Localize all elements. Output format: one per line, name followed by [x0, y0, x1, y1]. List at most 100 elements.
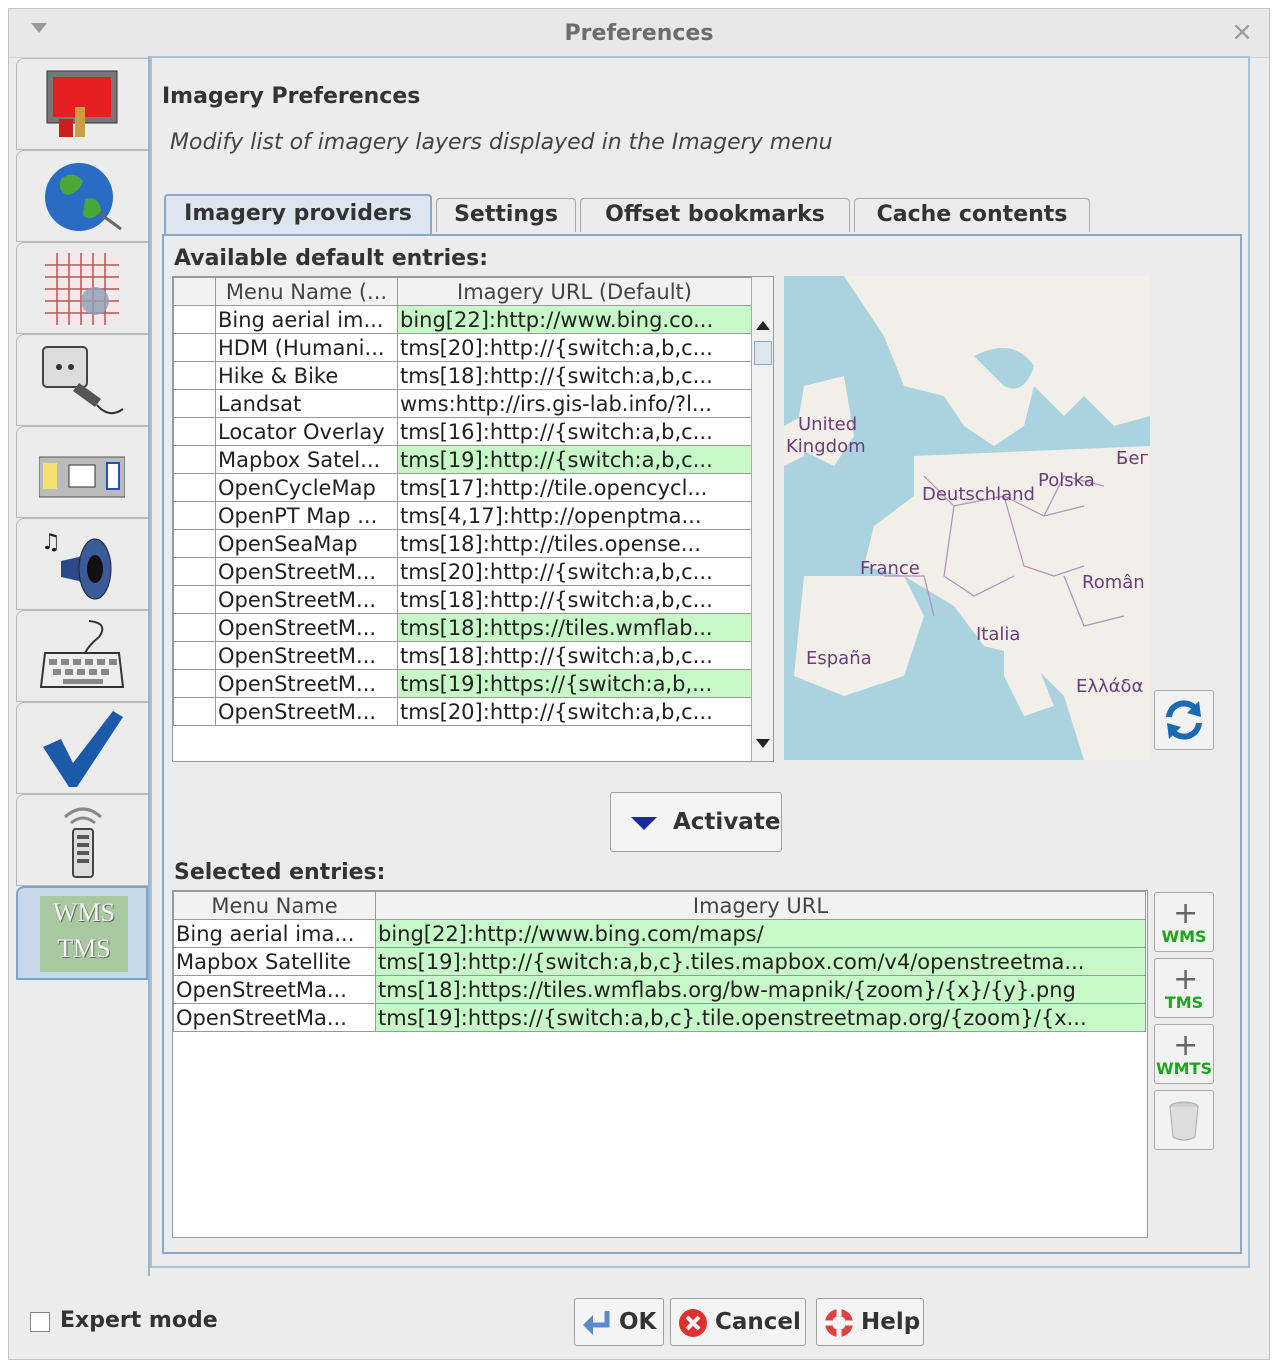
menu-name-cell[interactable]: OpenStreetMa...	[173, 975, 376, 1004]
menu-name-cell[interactable]: Mapbox Satel...	[215, 445, 398, 474]
scroll-up-icon[interactable]	[756, 321, 770, 330]
imagery-url-cell[interactable]: tms[20]:http://{switch:a,b,c...	[397, 333, 752, 362]
available-scrollbar[interactable]	[751, 277, 773, 761]
menu-name-cell[interactable]: OpenStreetM...	[215, 669, 398, 698]
menu-name-cell[interactable]: Locator Overlay	[215, 417, 398, 446]
imagery-url-cell[interactable]: tms[17]:http://tile.opencycl...	[397, 473, 752, 502]
tab-cache-contents[interactable]: Cache contents	[854, 198, 1090, 232]
add-wms-button[interactable]: + WMS	[1154, 892, 1214, 952]
table-row[interactable]: OpenStreetMa... tms[18]:https://tiles.wmf…	[173, 975, 1146, 1004]
imagery-url-cell[interactable]: tms[18]:https://tiles.wmflab...	[397, 613, 752, 642]
sidebar-tab-projection[interactable]	[16, 242, 148, 334]
imagery-url-cell[interactable]: tms[18]:http://{switch:a,b,c...	[397, 641, 752, 670]
help-button[interactable]: Help	[816, 1298, 924, 1346]
sidebar-tab-remote[interactable]	[16, 794, 148, 886]
imagery-url-cell[interactable]: tms[19]:http://{switch:a,b,c...	[397, 445, 752, 474]
table-row[interactable]: OpenStreetM... tms[19]:https://{switch:a,…	[173, 669, 752, 698]
selected-entries-table[interactable]: Menu Name Imagery URL Bing aerial ima...…	[172, 890, 1148, 1238]
tab-imagery-providers[interactable]: Imagery providers	[164, 194, 432, 234]
column-header-select[interactable]	[173, 277, 216, 306]
sidebar-tab-map[interactable]	[16, 150, 148, 242]
table-row[interactable]: OpenStreetM... tms[20]:http://{switch:a,b…	[173, 557, 752, 586]
row-selector-cell[interactable]	[173, 473, 216, 502]
ok-button[interactable]: OK	[574, 1298, 664, 1346]
menu-name-cell[interactable]: OpenPT Map ...	[215, 501, 398, 530]
imagery-url-cell[interactable]: tms[18]:http://tiles.opense...	[397, 529, 752, 558]
sidebar-tab-validator[interactable]	[16, 702, 148, 794]
table-row[interactable]: Mapbox Satellite tms[19]:http://{switch:a…	[173, 947, 1146, 976]
menu-name-cell[interactable]: Landsat	[215, 389, 398, 418]
table-row[interactable]: Hike & Bike tms[18]:http://{switch:a,b,c.…	[173, 361, 752, 390]
table-row[interactable]: OpenStreetM... tms[18]:http://{switch:a,b…	[173, 585, 752, 614]
delete-entry-button[interactable]	[1154, 1090, 1214, 1150]
add-wmts-button[interactable]: + WMTS	[1154, 1024, 1214, 1084]
row-selector-cell[interactable]	[173, 529, 216, 558]
menu-name-cell[interactable]: OpenStreetMa...	[173, 1003, 376, 1032]
table-row[interactable]: Locator Overlay tms[16]:http://{switch:a,…	[173, 417, 752, 446]
menu-name-cell[interactable]: OpenCycleMap	[215, 473, 398, 502]
sidebar-tab-imagery[interactable]: WMS TMS	[16, 886, 148, 980]
sidebar-tab-shortcuts[interactable]	[16, 610, 148, 702]
menu-name-cell[interactable]: OpenStreetM...	[215, 641, 398, 670]
imagery-url-cell[interactable]: tms[18]:http://{switch:a,b,c...	[397, 585, 752, 614]
table-row[interactable]: OpenCycleMap tms[17]:http://tile.opencycl…	[173, 473, 752, 502]
column-header-menu-name[interactable]: Menu Name (...	[215, 277, 398, 306]
imagery-url-cell[interactable]: tms[18]:http://{switch:a,b,c...	[397, 361, 752, 390]
table-row[interactable]: OpenStreetMa... tms[19]:https://{switch:a…	[173, 1003, 1146, 1032]
imagery-url-cell[interactable]: tms[18]:https://tiles.wmflabs.org/bw-map…	[375, 975, 1146, 1004]
imagery-url-cell[interactable]: tms[19]:https://{switch:a,b,...	[397, 669, 752, 698]
table-row[interactable]: Bing aerial ima... bing[22]:http://www.bi…	[173, 919, 1146, 948]
sidebar-tab-display[interactable]	[16, 58, 148, 150]
row-selector-cell[interactable]	[173, 361, 216, 390]
menu-name-cell[interactable]: Bing aerial im...	[215, 305, 398, 334]
scroll-thumb[interactable]	[754, 341, 772, 365]
menu-name-cell[interactable]: OpenStreetM...	[215, 613, 398, 642]
row-selector-cell[interactable]	[173, 333, 216, 362]
table-row[interactable]: Landsat wms:http://irs.gis-lab.info/?l...	[173, 389, 752, 418]
menu-name-cell[interactable]: Bing aerial ima...	[173, 919, 376, 948]
row-selector-cell[interactable]	[173, 557, 216, 586]
expert-mode-checkbox[interactable]	[30, 1312, 50, 1332]
imagery-url-cell[interactable]: bing[22]:http://www.bing.co...	[397, 305, 752, 334]
table-row[interactable]: OpenStreetM... tms[18]:http://{switch:a,b…	[173, 641, 752, 670]
imagery-url-cell[interactable]: tms[4,17]:http://openptma...	[397, 501, 752, 530]
imagery-url-cell[interactable]: bing[22]:http://www.bing.com/maps/	[375, 919, 1146, 948]
table-row[interactable]: OpenStreetM... tms[18]:https://tiles.wmfl…	[173, 613, 752, 642]
add-tms-button[interactable]: + TMS	[1154, 958, 1214, 1018]
coverage-map[interactable]: United Kingdom Deutschland Polska Бег Fr…	[784, 276, 1150, 760]
row-selector-cell[interactable]	[173, 389, 216, 418]
menu-name-cell[interactable]: OpenSeaMap	[215, 529, 398, 558]
sidebar-tab-toolbar[interactable]	[16, 426, 148, 518]
row-selector-cell[interactable]	[173, 641, 216, 670]
row-selector-cell[interactable]	[173, 613, 216, 642]
row-selector-cell[interactable]	[173, 585, 216, 614]
imagery-url-cell[interactable]: tms[19]:https://{switch:a,b,c}.tile.open…	[375, 1003, 1146, 1032]
table-row[interactable]: Bing aerial im... bing[22]:http://www.bin…	[173, 305, 752, 334]
available-entries-table[interactable]: Menu Name (... Imagery URL (Default) Bin…	[172, 276, 774, 762]
column-header-imagery-url[interactable]: Imagery URL (Default)	[397, 277, 752, 306]
row-selector-cell[interactable]	[173, 417, 216, 446]
cancel-button[interactable]: Cancel	[670, 1298, 806, 1346]
imagery-url-cell[interactable]: tms[16]:http://{switch:a,b,c...	[397, 417, 752, 446]
imagery-url-cell[interactable]: tms[20]:http://{switch:a,b,c...	[397, 697, 752, 726]
refresh-button[interactable]	[1154, 690, 1214, 750]
menu-name-cell[interactable]: HDM (Humani...	[215, 333, 398, 362]
tab-offset-bookmarks[interactable]: Offset bookmarks	[580, 198, 850, 232]
row-selector-cell[interactable]	[173, 669, 216, 698]
imagery-url-cell[interactable]: wms:http://irs.gis-lab.info/?l...	[397, 389, 752, 418]
sidebar-tab-plugins[interactable]	[16, 334, 148, 426]
menu-name-cell[interactable]: OpenStreetM...	[215, 697, 398, 726]
tab-settings[interactable]: Settings	[436, 198, 576, 232]
row-selector-cell[interactable]	[173, 501, 216, 530]
table-row[interactable]: OpenSeaMap tms[18]:http://tiles.opense...	[173, 529, 752, 558]
row-selector-cell[interactable]	[173, 305, 216, 334]
row-selector-cell[interactable]	[173, 697, 216, 726]
table-row[interactable]: OpenPT Map ... tms[4,17]:http://openptma.…	[173, 501, 752, 530]
table-row[interactable]: HDM (Humani... tms[20]:http://{switch:a,b…	[173, 333, 752, 362]
scroll-down-icon[interactable]	[756, 739, 770, 748]
column-header-imagery-url[interactable]: Imagery URL	[375, 891, 1146, 920]
menu-name-cell[interactable]: Mapbox Satellite	[173, 947, 376, 976]
menu-name-cell[interactable]: OpenStreetM...	[215, 585, 398, 614]
menu-name-cell[interactable]: OpenStreetM...	[215, 557, 398, 586]
activate-button[interactable]: Activate	[610, 792, 782, 852]
